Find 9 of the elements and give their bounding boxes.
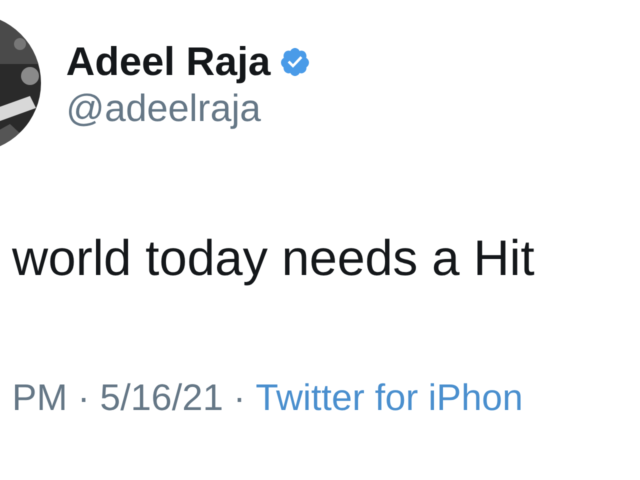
separator-dot: ·	[233, 376, 246, 420]
tweet-date: 5/16/21	[100, 376, 224, 420]
verified-badge-icon	[278, 46, 311, 78]
author-handle: @adeelraja	[66, 87, 262, 132]
source-link[interactable]: Twitter for iPhon	[256, 376, 523, 420]
tweet-text: world today needs a Hit	[12, 230, 535, 286]
author-name: Adeel Raja	[66, 39, 271, 86]
separator-dot: ·	[78, 376, 90, 420]
tweet-time: PM	[12, 376, 68, 420]
